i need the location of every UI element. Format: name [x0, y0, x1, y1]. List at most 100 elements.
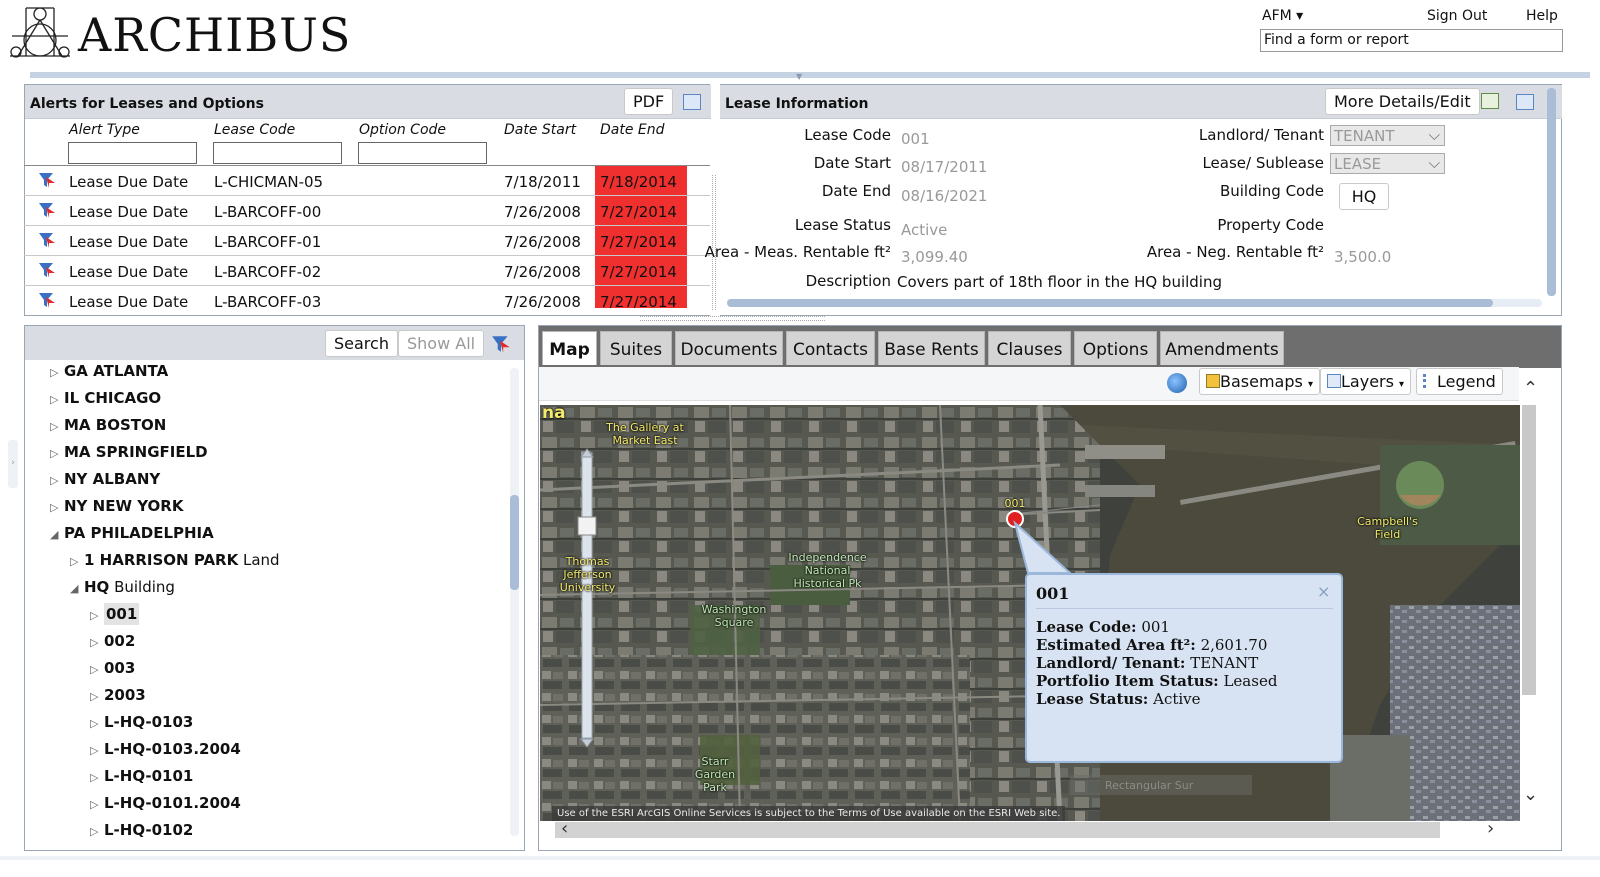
expand-arrow-icon[interactable]: ▷	[90, 609, 102, 622]
show-all-button[interactable]: Show All	[398, 330, 485, 357]
landlord-tenant-select[interactable]: TENANT ⌵	[1330, 125, 1445, 146]
scroll-up-icon[interactable]: ⌃	[1523, 378, 1538, 399]
table-row[interactable]: Lease Due Date L-CHICMAN-05 7/18/2011 7/…	[24, 166, 710, 196]
table-row[interactable]: Lease Due Date L-BARCOFF-03 7/26/2008 7/…	[24, 286, 710, 308]
expand-arrow-icon[interactable]: ▷	[50, 447, 62, 460]
tree-node[interactable]: ▷ GA ATLANTA	[50, 362, 168, 380]
layers-button[interactable]: Layers ▾	[1320, 368, 1412, 395]
scroll-right-icon[interactable]: ›	[1487, 818, 1494, 839]
tree-node[interactable]: ▷ 1 HARRISON PARK Land	[70, 551, 280, 569]
expand-arrow-icon[interactable]: ▷	[90, 771, 102, 784]
close-icon[interactable]: ×	[1317, 582, 1330, 601]
panel-settings-icon[interactable]	[1516, 94, 1534, 110]
more-details-button[interactable]: More Details/Edit	[1325, 88, 1480, 115]
legend-button[interactable]: Legend	[1416, 368, 1503, 395]
tab-amendments[interactable]: Amendments	[1160, 331, 1284, 365]
expand-arrow-icon[interactable]: ▷	[70, 555, 82, 568]
col-option-code[interactable]: Option Code	[359, 122, 446, 138]
tree-node[interactable]: ▷ 003	[90, 659, 135, 677]
expand-arrow-icon[interactable]: ▷	[90, 825, 102, 838]
col-date-start[interactable]: Date Start	[504, 122, 576, 138]
tree-node[interactable]: ▷ 002	[90, 632, 135, 650]
table-row[interactable]: Lease Due Date L-BARCOFF-00 7/26/2008 7/…	[24, 196, 710, 226]
building-code-button[interactable]: HQ	[1339, 183, 1389, 210]
tree-scrollbar-track[interactable]	[510, 368, 519, 836]
filter-option-code[interactable]	[358, 142, 487, 164]
tree-node[interactable]: ▷ IL CHICAGO	[50, 389, 161, 407]
afm-menu[interactable]: AFM ▾	[1262, 8, 1303, 24]
tree-node[interactable]: ▷ 2003	[90, 686, 146, 704]
collapse-arrow-icon[interactable]: ◢	[70, 582, 82, 595]
collapse-header-icon[interactable]: ▼	[796, 72, 802, 81]
col-date-end[interactable]: Date End	[600, 122, 665, 138]
tab-contacts[interactable]: Contacts	[786, 331, 875, 365]
tree-node[interactable]: ▷ NY NEW YORK	[50, 497, 183, 515]
tree-node[interactable]: ▷ L-HQ-0101.2004	[90, 794, 241, 812]
area-meas-label: Area - Meas. Rentable ft²	[704, 243, 891, 261]
search-button[interactable]: Search	[325, 330, 398, 357]
tab-suites[interactable]: Suites	[600, 331, 672, 365]
collapse-arrow-icon[interactable]: ◢	[50, 528, 62, 541]
expand-arrow-icon[interactable]: ▷	[50, 366, 62, 379]
table-row[interactable]: Lease Due Date L-BARCOFF-02 7/26/2008 7/…	[24, 256, 710, 286]
map-scrollbar-thumb[interactable]	[1522, 405, 1536, 695]
tree-node[interactable]: ▷ NY ALBANY	[50, 470, 160, 488]
tree-node[interactable]: ▷ L-HQ-0102	[90, 821, 193, 839]
lease-sublease-select[interactable]: LEASE ⌵	[1330, 153, 1445, 174]
tree-node[interactable]: ◢ PA PHILADELPHIA	[50, 524, 214, 542]
scroll-left-icon[interactable]: ‹	[561, 818, 568, 839]
map-hscroll-thumb[interactable]	[555, 822, 1440, 838]
sign-out-link[interactable]: Sign Out	[1427, 8, 1487, 24]
tree-node[interactable]: ▷ L-HQ-0103.2004	[90, 740, 241, 758]
expand-arrow-icon[interactable]: ▷	[50, 393, 62, 406]
filter-lease-code[interactable]	[213, 142, 342, 164]
grid-settings-icon[interactable]	[683, 94, 701, 110]
expand-left-panel-icon[interactable]: ›	[8, 440, 18, 488]
alert-flag-icon[interactable]	[37, 261, 57, 279]
alert-flag-icon[interactable]	[37, 171, 57, 189]
expand-arrow-icon[interactable]: ▷	[90, 636, 102, 649]
tree-node[interactable]: ▷ MA BOSTON	[50, 416, 166, 434]
expand-arrow-icon[interactable]: ▷	[90, 663, 102, 676]
col-alert-type[interactable]: Alert Type	[69, 122, 140, 138]
tab-clauses[interactable]: Clauses	[988, 331, 1071, 365]
expand-arrow-icon[interactable]: ▷	[50, 501, 62, 514]
filter-flag-icon[interactable]	[490, 334, 512, 354]
expand-arrow-icon[interactable]: ▷	[90, 690, 102, 703]
expand-arrow-icon[interactable]: ▷	[90, 717, 102, 730]
tree-node[interactable]: ▷ L-HQ-0103	[90, 713, 193, 731]
tab-options[interactable]: Options	[1074, 331, 1157, 365]
vertical-scrollbar-thumb[interactable]	[1547, 88, 1556, 296]
find-form-input[interactable]: Find a form or report	[1260, 29, 1563, 52]
expand-arrow-icon[interactable]: ▷	[50, 474, 62, 487]
alert-flag-icon[interactable]	[37, 201, 57, 219]
lease-marker-icon[interactable]	[1006, 511, 1024, 529]
help-link[interactable]: Help	[1526, 8, 1558, 24]
tree-node[interactable]: ▷ 001	[90, 603, 140, 625]
tree-node[interactable]: ◢ HQ Building	[70, 578, 175, 596]
report-icon[interactable]	[1481, 93, 1499, 109]
expand-arrow-icon[interactable]: ▷	[50, 420, 62, 433]
pdf-button[interactable]: PDF	[624, 88, 674, 115]
chevron-down-icon: ⌵	[1428, 154, 1440, 172]
scroll-down-icon[interactable]: ⌄	[1523, 784, 1538, 805]
col-lease-code[interactable]: Lease Code	[214, 122, 295, 138]
tab-documents[interactable]: Documents	[675, 331, 783, 365]
alert-flag-icon[interactable]	[37, 231, 57, 249]
tree-node[interactable]: ▷ L-HQ-0101	[90, 767, 193, 785]
cell-lease-code: L-BARCOFF-01	[214, 233, 322, 251]
tree-node[interactable]: ▷ MA SPRINGFIELD	[50, 443, 208, 461]
horizontal-scrollbar-thumb[interactable]	[727, 299, 1493, 307]
esri-attribution[interactable]: Use of the ESRI ArcGIS Online Services i…	[552, 806, 1066, 821]
globe-icon[interactable]	[1167, 373, 1187, 393]
alert-flag-icon[interactable]	[37, 291, 57, 308]
filter-alert-type[interactable]	[68, 142, 197, 164]
table-row[interactable]: Lease Due Date L-BARCOFF-01 7/26/2008 7/…	[24, 226, 710, 256]
expand-arrow-icon[interactable]: ▷	[90, 798, 102, 811]
horizontal-splitter[interactable]	[640, 316, 825, 321]
tab-map[interactable]: Map	[542, 331, 597, 365]
expand-arrow-icon[interactable]: ▷	[90, 744, 102, 757]
tree-scrollbar-thumb[interactable]	[510, 495, 519, 590]
tab-base-rents[interactable]: Base Rents	[878, 331, 985, 365]
basemaps-button[interactable]: Basemaps ▾	[1199, 368, 1320, 395]
